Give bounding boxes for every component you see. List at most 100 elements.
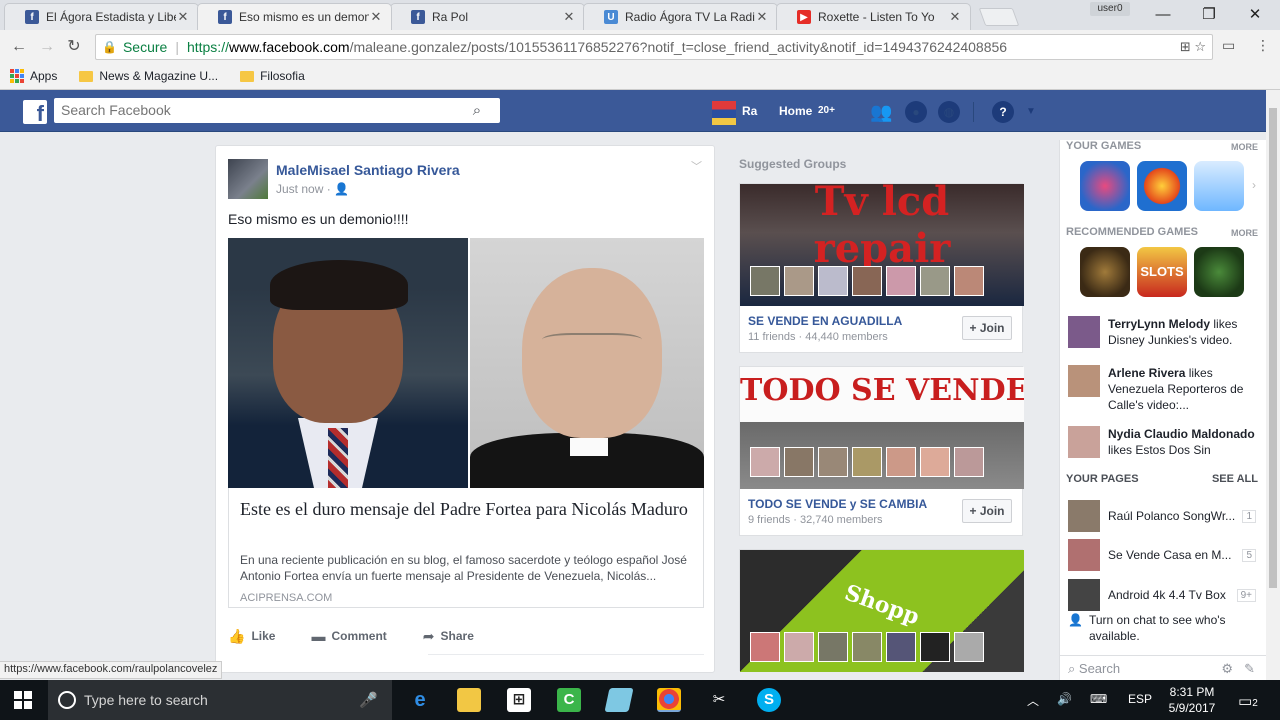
- post-link-image[interactable]: [228, 238, 704, 488]
- post-options-chevron-icon[interactable]: ﹀: [691, 158, 702, 174]
- group-banner-image[interactable]: Tv lcd repair: [740, 184, 1024, 306]
- chevron-down-icon[interactable]: ▼: [1020, 101, 1042, 123]
- close-tab-icon[interactable]: ✕: [755, 9, 769, 25]
- new-message-icon[interactable]: ✎: [1244, 661, 1255, 677]
- browser-tab-3[interactable]: f Ra Pol ✕: [390, 3, 585, 30]
- bookmark-news[interactable]: News & Magazine U...: [79, 69, 218, 83]
- group-banner-image[interactable]: Shopp: [740, 550, 1024, 672]
- fire-game-icon[interactable]: [1137, 161, 1187, 211]
- ticker-name: TerryLynn Melody: [1108, 317, 1211, 331]
- group-name[interactable]: TODO SE VENDE y SE CAMBIA: [748, 497, 927, 511]
- skype-icon[interactable]: S: [757, 688, 781, 712]
- join-button[interactable]: + Join: [962, 499, 1012, 523]
- microphone-icon[interactable]: 🎤: [359, 691, 378, 709]
- games-more-link[interactable]: MORE: [1231, 142, 1258, 152]
- close-tab-icon[interactable]: ✕: [948, 9, 962, 25]
- link-preview[interactable]: Este es el duro mensaje del Padre Fortea…: [228, 488, 704, 608]
- like-button[interactable]: 👍 Like: [228, 624, 275, 648]
- file-explorer-icon[interactable]: [457, 688, 481, 712]
- secure-label: Secure: [122, 39, 168, 55]
- page-name: Se Vende Casa en M...: [1108, 548, 1232, 562]
- lock-icon: 🔒: [102, 40, 117, 54]
- gear-icon[interactable]: ⚙: [1221, 661, 1233, 677]
- menu-icon[interactable]: ⋮: [1256, 37, 1270, 54]
- home-link[interactable]: Home: [779, 104, 812, 118]
- recommended-more-link[interactable]: MORE: [1231, 228, 1258, 238]
- recorder-icon[interactable]: ✂: [707, 688, 731, 712]
- slots-game-icon[interactable]: SLOTS: [1137, 247, 1187, 297]
- post-time[interactable]: Just now · 👤: [276, 182, 349, 196]
- join-button[interactable]: + Join: [962, 316, 1012, 340]
- dragon-game-icon[interactable]: [1194, 247, 1244, 297]
- chrome-icon[interactable]: [657, 688, 681, 712]
- facebook-logo-icon[interactable]: f: [23, 100, 47, 124]
- link-title[interactable]: Este es el duro mensaje del Padre Fortea…: [240, 498, 690, 520]
- chevron-right-icon[interactable]: ›: [1252, 178, 1256, 192]
- close-tab-icon[interactable]: ✕: [369, 9, 383, 25]
- back-icon[interactable]: ←: [8, 36, 30, 58]
- close-window-icon[interactable]: ✕: [1232, 4, 1278, 26]
- minimize-icon[interactable]: —: [1140, 4, 1186, 26]
- user-badge[interactable]: user0: [1090, 2, 1130, 16]
- bookmark-apps[interactable]: Apps: [10, 69, 57, 83]
- keyboard-icon[interactable]: ⌨: [1090, 692, 1107, 706]
- search-icon[interactable]: ⌕: [466, 100, 488, 122]
- ticker-item-1[interactable]: TerryLynn Melody likes Disney Junkies's …: [1068, 316, 1258, 348]
- volume-icon[interactable]: 🔊: [1057, 692, 1072, 706]
- group-meta: 9 friends · 32,740 members: [748, 514, 883, 526]
- browser-tab-4[interactable]: U Radio Ágora TV La Radio ✕: [583, 3, 778, 30]
- reload-icon[interactable]: ↻: [63, 36, 85, 58]
- facebook-icon: f: [411, 10, 425, 24]
- windows-start-icon[interactable]: [14, 691, 32, 709]
- ticker-item-3[interactable]: Nydia Claudio Maldonado likes Estos Dos …: [1068, 426, 1258, 458]
- page-item-2[interactable]: Se Vende Casa en M... 5: [1068, 539, 1256, 571]
- post-author[interactable]: MaleMisael Santiago Rivera: [276, 162, 460, 178]
- avatar: [1068, 426, 1100, 458]
- notifications-globe-icon[interactable]: ◍: [938, 101, 960, 123]
- browser-tab-5[interactable]: ▶ Roxette - Listen To Yo ✕: [776, 3, 971, 30]
- forward-icon[interactable]: →: [36, 36, 58, 58]
- chevron-up-icon[interactable]: ︿: [1027, 692, 1039, 709]
- avatar[interactable]: [712, 101, 736, 125]
- taskbar-search[interactable]: Type here to search 🎤: [48, 680, 392, 720]
- language-indicator[interactable]: ESP: [1128, 692, 1152, 706]
- chat-prompt[interactable]: 👤 Turn on chat to see who's available.: [1068, 612, 1258, 644]
- translate-icon[interactable]: ⊞ ☆: [1180, 39, 1206, 55]
- restore-icon[interactable]: ❐: [1186, 4, 1232, 26]
- clock[interactable]: 8:31 PM 5/9/2017: [1165, 684, 1219, 716]
- dino-game-icon[interactable]: [1080, 247, 1130, 297]
- comment-button[interactable]: ▬ Comment: [311, 624, 386, 648]
- cute-cat-game-icon[interactable]: [1194, 161, 1244, 211]
- store-icon[interactable]: ⊞: [507, 688, 531, 712]
- address-bar[interactable]: 🔒 Secure | https:// www.facebook.com /ma…: [95, 34, 1213, 60]
- notes-icon[interactable]: [604, 688, 634, 712]
- page-item-3[interactable]: Android 4k 4.4 Tv Box 9+: [1068, 579, 1256, 611]
- group-name[interactable]: SE VENDE EN AGUADILLA: [748, 314, 902, 328]
- see-all-link[interactable]: SEE ALL: [1212, 473, 1258, 485]
- facebook-search-input[interactable]: [54, 98, 500, 123]
- edge-icon[interactable]: e: [408, 688, 432, 712]
- scrollbar-thumb[interactable]: [1269, 108, 1277, 588]
- chat-search-input[interactable]: ⌕ Search ⚙ ✎: [1060, 655, 1267, 680]
- cast-icon[interactable]: ▭: [1222, 37, 1235, 54]
- bookmark-filosofia[interactable]: Filosofia: [240, 69, 305, 83]
- author-avatar[interactable]: [228, 159, 268, 199]
- action-center-icon[interactable]: ▭2: [1238, 692, 1258, 710]
- share-button[interactable]: ➦ Share: [423, 624, 474, 648]
- browser-tab-2[interactable]: f Eso mismo es un demon ✕: [197, 3, 392, 30]
- page-item-1[interactable]: Raúl Polanco SongWr... 1: [1068, 500, 1256, 532]
- friend-requests-icon[interactable]: 👥: [870, 101, 892, 123]
- messages-icon[interactable]: ●: [905, 101, 927, 123]
- close-tab-icon[interactable]: ✕: [562, 9, 576, 25]
- candy-game-icon[interactable]: [1080, 161, 1130, 211]
- page-scrollbar[interactable]: [1266, 90, 1280, 680]
- ticker-item-2[interactable]: Arlene Rivera likes Venezuela Reporteros…: [1068, 365, 1258, 413]
- close-tab-icon[interactable]: ✕: [176, 9, 190, 25]
- help-icon[interactable]: ?: [992, 101, 1014, 123]
- profile-link[interactable]: Ra: [742, 104, 757, 118]
- browser-tab-1[interactable]: f El Ágora Estadista y Libe ✕: [4, 3, 199, 30]
- post-time-label: Just now: [276, 182, 324, 196]
- new-tab-button[interactable]: [978, 8, 1020, 26]
- group-banner-image[interactable]: TODO SE VENDE y SE CAMBI: [740, 367, 1024, 489]
- camtasia-icon[interactable]: C: [557, 688, 581, 712]
